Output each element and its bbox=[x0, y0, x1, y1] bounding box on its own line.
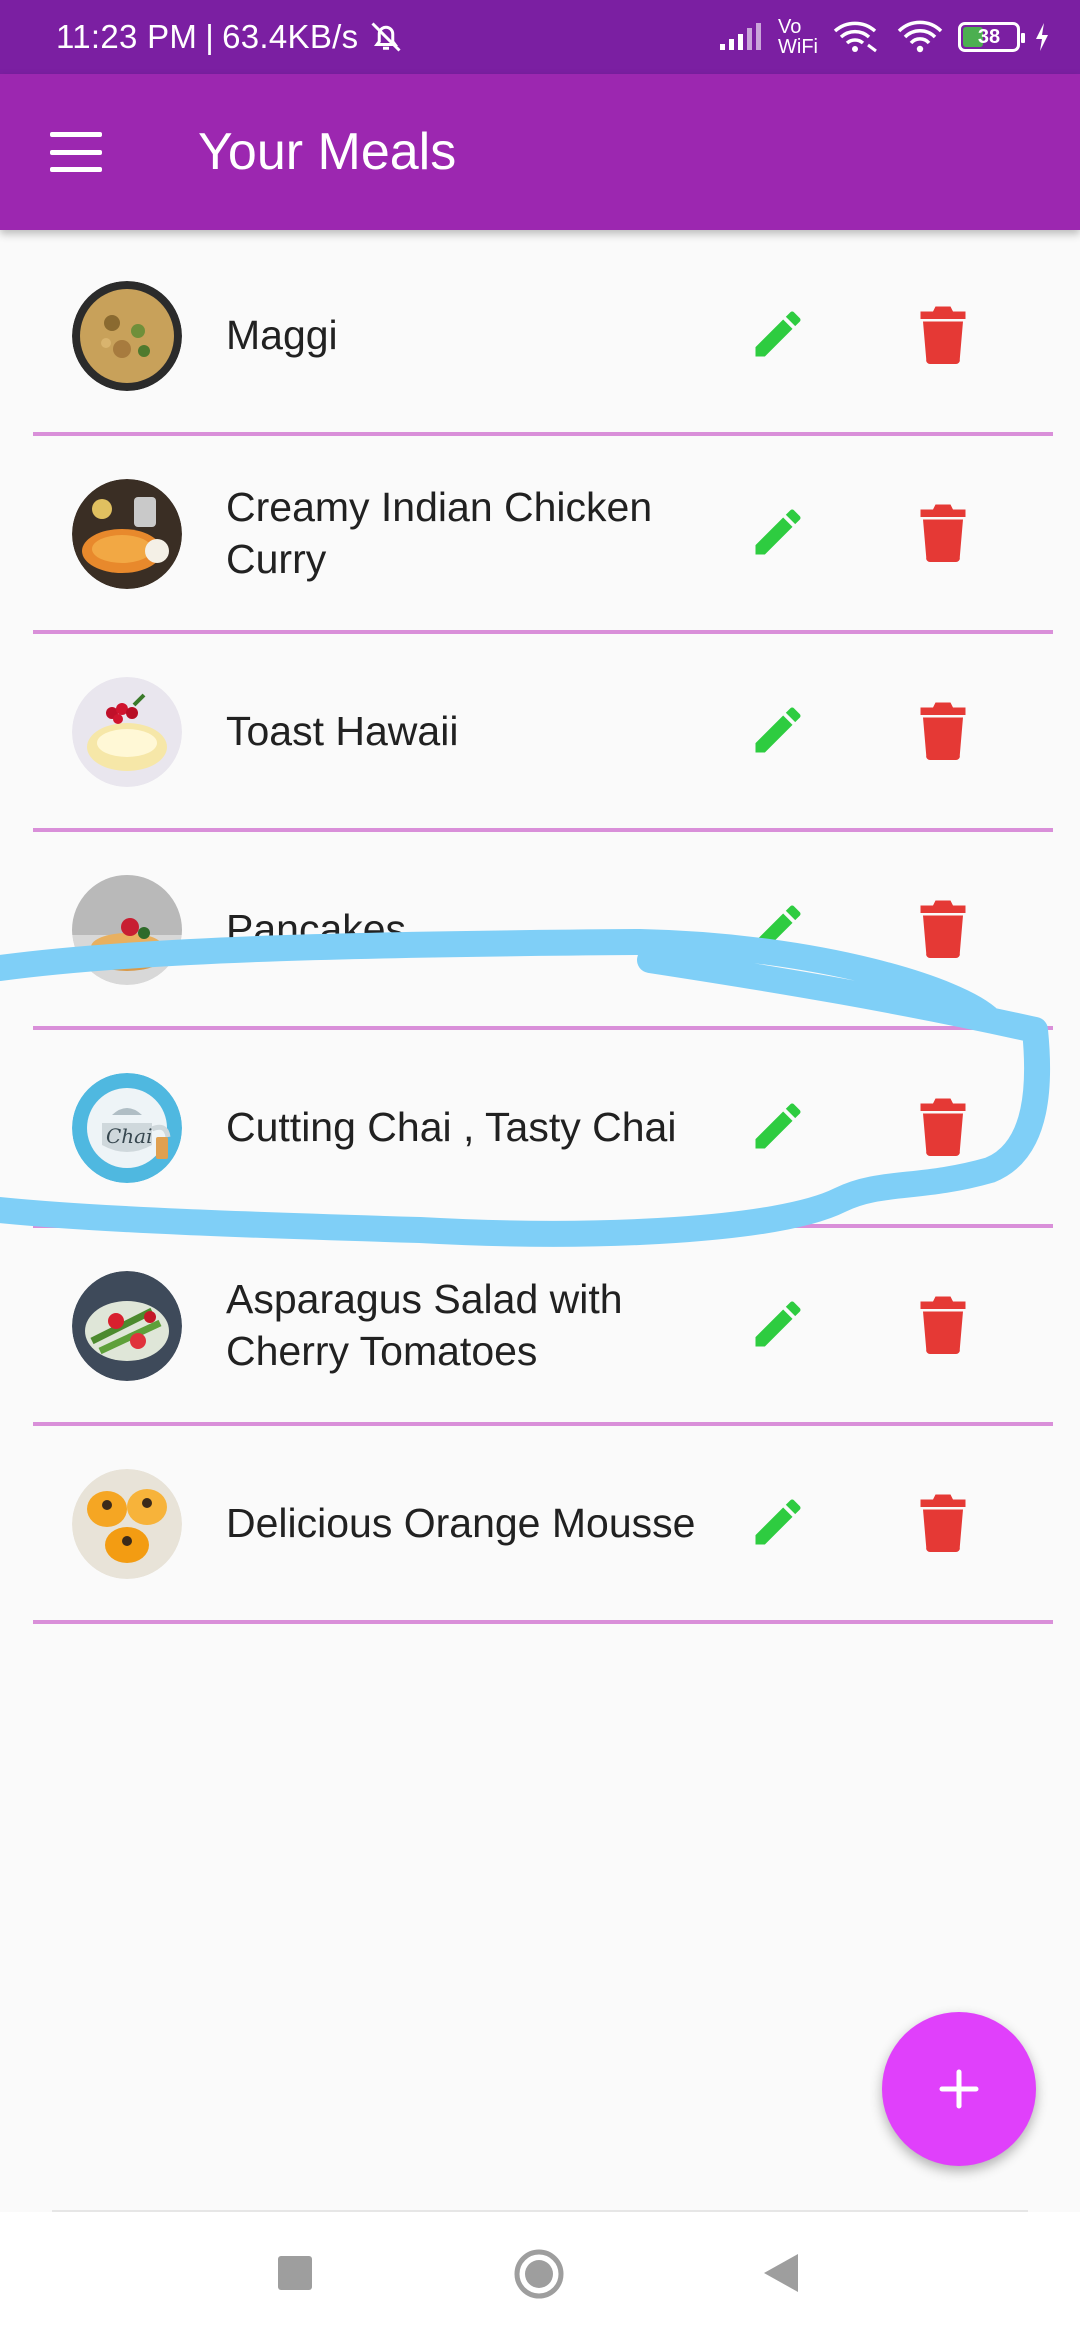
wifi-icon bbox=[897, 20, 943, 53]
app-bar: Your Meals bbox=[0, 74, 1080, 230]
battery-icon: 38 bbox=[958, 22, 1025, 52]
meal-image bbox=[72, 479, 182, 589]
delete-icon[interactable] bbox=[918, 1492, 968, 1552]
add-meal-button[interactable] bbox=[882, 2012, 1036, 2166]
recent-apps-icon[interactable] bbox=[278, 2256, 312, 2290]
meal-name: Toast Hawaii bbox=[226, 708, 459, 754]
system-nav-bar bbox=[0, 2212, 1080, 2340]
status-time: 11:23 PM bbox=[56, 18, 198, 55]
edit-icon[interactable] bbox=[748, 502, 808, 562]
delete-icon[interactable] bbox=[918, 700, 968, 760]
meal-list: Maggi Creamy Indian Chicken Curry Toast … bbox=[0, 238, 1080, 1624]
vowifi-top: Vo bbox=[778, 16, 802, 38]
status-bar: 11:23 PM | 63.4KB/s Vo WiFi 38 bbox=[0, 0, 1080, 74]
edit-icon[interactable] bbox=[748, 1294, 808, 1354]
signal-icon bbox=[720, 23, 762, 50]
add-icon bbox=[939, 2069, 979, 2109]
chai-image-label: Chai bbox=[106, 1124, 153, 1148]
meal-image bbox=[72, 677, 182, 787]
meal-name: Maggi bbox=[226, 312, 338, 358]
edit-icon[interactable] bbox=[748, 700, 808, 760]
meal-name: Asparagus Salad with Cherry Tomatoes bbox=[226, 1276, 623, 1374]
meal-item-chicken-curry[interactable]: Creamy Indian Chicken Curry bbox=[0, 436, 1080, 634]
battery-level: 38 bbox=[977, 25, 1001, 48]
edit-icon[interactable] bbox=[748, 304, 808, 364]
vowifi-bottom: WiFi bbox=[778, 36, 818, 58]
muted-bell-icon bbox=[371, 22, 401, 52]
meal-item-pancakes[interactable]: Pancakes bbox=[0, 832, 1080, 1030]
back-icon[interactable] bbox=[762, 2252, 800, 2294]
meal-name: Cutting Chai , Tasty Chai bbox=[226, 1104, 677, 1150]
edit-icon[interactable] bbox=[748, 898, 808, 958]
delete-icon[interactable] bbox=[918, 1096, 968, 1156]
meal-item-toast-hawaii[interactable]: Toast Hawaii bbox=[0, 634, 1080, 832]
status-separator: | bbox=[205, 18, 215, 55]
meal-item-maggi[interactable]: Maggi bbox=[0, 238, 1080, 436]
vowifi-indicator: Vo WiFi bbox=[778, 17, 818, 57]
network-speed: 63.4KB/s bbox=[222, 18, 359, 55]
meal-item-orange-mousse[interactable]: Delicious Orange Mousse bbox=[0, 1426, 1080, 1624]
delete-icon[interactable] bbox=[918, 304, 968, 364]
page-title: Your Meals bbox=[198, 123, 457, 181]
meal-image bbox=[72, 875, 182, 985]
delete-icon[interactable] bbox=[918, 898, 968, 958]
charging-icon bbox=[1036, 23, 1048, 51]
meal-name: Delicious Orange Mousse bbox=[226, 1500, 696, 1546]
home-icon[interactable] bbox=[513, 2248, 565, 2300]
list-divider bbox=[33, 1620, 1053, 1624]
meal-image: Chai bbox=[72, 1073, 182, 1183]
status-right: Vo WiFi 38 bbox=[718, 0, 1050, 74]
edit-icon[interactable] bbox=[748, 1492, 808, 1552]
meal-name: Creamy Indian Chicken Curry bbox=[226, 484, 653, 582]
meal-item-cutting-chai[interactable]: Chai Cutting Chai , Tasty Chai bbox=[0, 1030, 1080, 1228]
meal-image bbox=[72, 1469, 182, 1579]
edit-icon[interactable] bbox=[748, 1096, 808, 1156]
meal-name: Pancakes bbox=[226, 906, 407, 952]
meal-image bbox=[72, 1271, 182, 1381]
wifi-calling-icon bbox=[833, 21, 877, 53]
delete-icon[interactable] bbox=[918, 1294, 968, 1354]
status-left: 11:23 PM | 63.4KB/s bbox=[56, 0, 404, 74]
meal-item-asparagus-salad[interactable]: Asparagus Salad with Cherry Tomatoes bbox=[0, 1228, 1080, 1426]
menu-icon[interactable] bbox=[44, 124, 108, 180]
delete-icon[interactable] bbox=[918, 502, 968, 562]
meal-image bbox=[72, 281, 182, 391]
